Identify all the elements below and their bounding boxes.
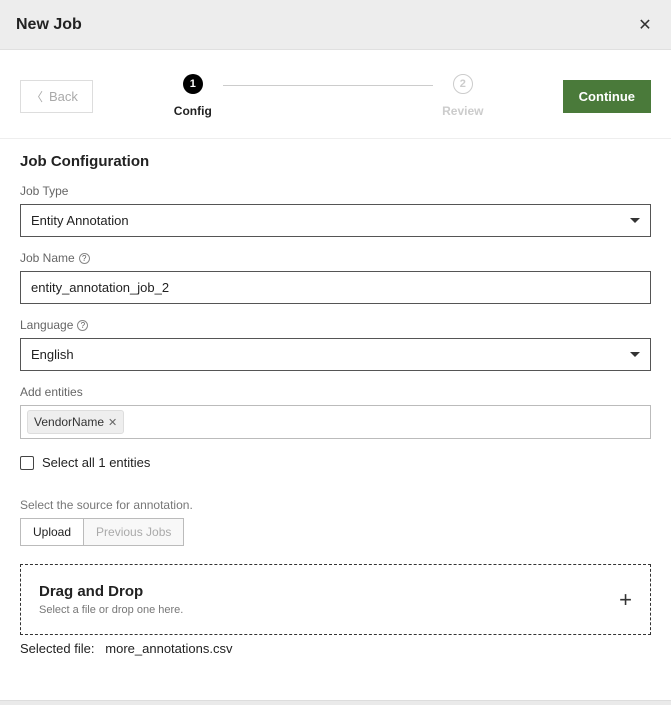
step-label-1: Config [174, 104, 212, 118]
chip-remove-icon[interactable]: ✕ [108, 416, 117, 429]
back-button[interactable]: 〈 Back [20, 80, 93, 113]
section-title: Job Configuration [20, 153, 651, 170]
dropzone-text: Drag and Drop Select a file or drop one … [39, 583, 183, 616]
dialog-title: New Job [16, 16, 82, 34]
selected-file-value: more_annotations.csv [105, 641, 232, 656]
selected-file-label: Selected file: [20, 641, 94, 656]
job-name-input[interactable]: entity_annotation_job_2 [20, 271, 651, 304]
language-value: English [31, 347, 74, 362]
language-label: Language ? [20, 318, 651, 332]
dropzone-title: Drag and Drop [39, 583, 183, 600]
footer-divider [0, 700, 671, 705]
step-circle-1: 1 [183, 74, 203, 94]
close-icon[interactable]: ✕ [635, 15, 655, 35]
job-name-value: entity_annotation_job_2 [31, 280, 169, 295]
source-tabs: Upload Previous Jobs [20, 518, 651, 546]
stepper: 1 Config 2 Review [93, 74, 563, 118]
dropzone-subtitle: Select a file or drop one here. [39, 604, 183, 616]
file-dropzone[interactable]: Drag and Drop Select a file or drop one … [20, 564, 651, 635]
field-job-type: Job Type Entity Annotation [20, 184, 651, 237]
select-all-row: Select all 1 entities [20, 455, 651, 470]
step-connector [223, 85, 433, 86]
tab-upload[interactable]: Upload [20, 518, 84, 546]
config-section: Job Configuration Job Type Entity Annota… [0, 139, 671, 656]
job-type-value: Entity Annotation [31, 213, 129, 228]
dialog-header: New Job ✕ [0, 0, 671, 50]
step-config[interactable]: 1 Config [163, 74, 223, 118]
field-entities: Add entities VendorName ✕ [20, 385, 651, 439]
field-language: Language ? English [20, 318, 651, 371]
back-label: Back [49, 89, 78, 104]
help-icon[interactable]: ? [79, 253, 90, 264]
select-all-checkbox[interactable] [20, 456, 34, 470]
chip-label: VendorName [34, 415, 104, 429]
entities-label: Add entities [20, 385, 651, 399]
language-select[interactable]: English [20, 338, 651, 371]
help-icon[interactable]: ? [77, 320, 88, 331]
select-all-label: Select all 1 entities [42, 455, 150, 470]
continue-button[interactable]: Continue [563, 80, 651, 113]
entities-input[interactable]: VendorName ✕ [20, 405, 651, 439]
step-label-2: Review [442, 104, 483, 118]
entity-chip[interactable]: VendorName ✕ [27, 410, 124, 434]
caret-down-icon [630, 218, 640, 223]
step-review[interactable]: 2 Review [433, 74, 493, 118]
job-name-label: Job Name ? [20, 251, 651, 265]
job-type-label: Job Type [20, 184, 651, 198]
caret-down-icon [630, 352, 640, 357]
job-type-select[interactable]: Entity Annotation [20, 204, 651, 237]
plus-icon: + [619, 587, 632, 613]
step-circle-2: 2 [453, 74, 473, 94]
tab-previous-jobs[interactable]: Previous Jobs [84, 518, 184, 546]
chevron-left-icon: 〈 [31, 88, 43, 105]
source-label: Select the source for annotation. [20, 498, 651, 512]
top-bar: 〈 Back 1 Config 2 Review Continue [0, 50, 671, 139]
selected-file-row: Selected file: more_annotations.csv [20, 641, 651, 656]
field-job-name: Job Name ? entity_annotation_job_2 [20, 251, 651, 304]
